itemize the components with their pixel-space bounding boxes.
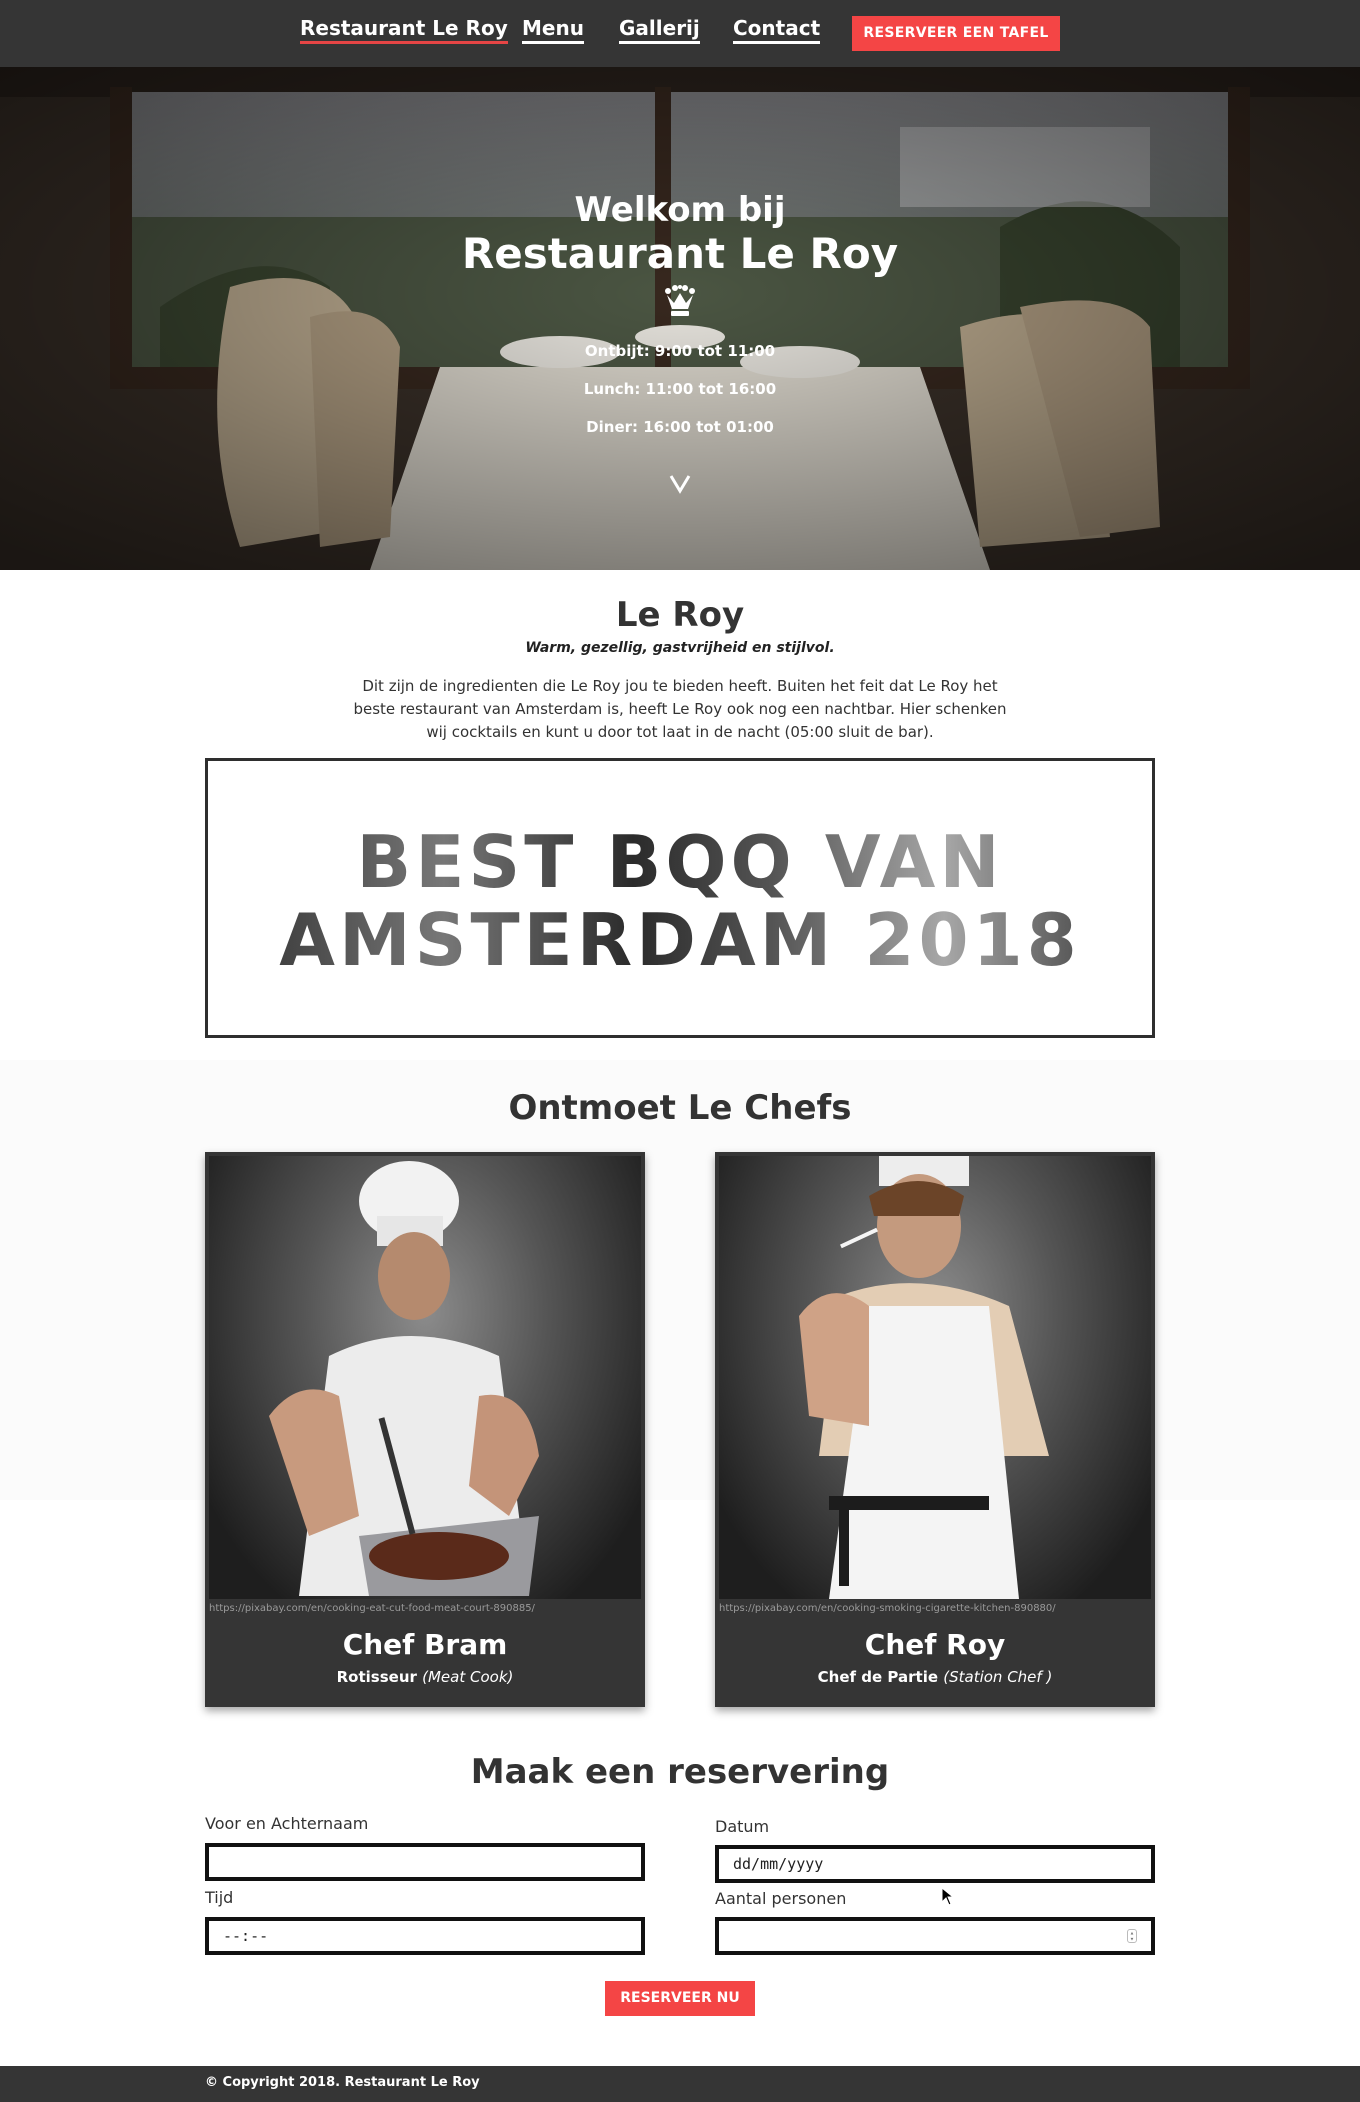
chef-card-roy: https://pixabay.com/en/cooking-smoking-c…: [715, 1152, 1155, 1707]
chef-bram-name: Chef Bram: [342, 1628, 508, 1661]
chef-roy-name: Chef Roy: [864, 1628, 1006, 1661]
name-input[interactable]: [205, 1843, 645, 1881]
persons-input[interactable]: ▴ ▾: [715, 1917, 1155, 1955]
intro-tagline: Warm, gezellig, gastvrijheid en stijlvol…: [525, 640, 835, 656]
hero-title: Restaurant Le Roy: [461, 229, 899, 278]
reservation-title: Maak een reservering: [470, 1752, 890, 1792]
intro-title: Le Roy: [615, 595, 745, 635]
chef-roy-photo-credit[interactable]: https://pixabay.com/en/cooking-smoking-c…: [719, 1603, 1056, 1614]
date-label: Datum: [715, 1817, 770, 1836]
hours-breakfast: Ontbijt: 9:00 tot 11:00: [584, 342, 776, 360]
chef-bram-photo: [209, 1156, 641, 1599]
award-banner-text: BEST BQQ VAN AMSTERDAM 2018: [208, 823, 1152, 979]
reserve-now-button[interactable]: RESERVEER NU: [605, 1981, 755, 2016]
nav-link-menu[interactable]: Menu: [522, 16, 584, 44]
intro-text: Dit zijn de ingredienten die Le Roy jou …: [353, 677, 1007, 741]
award-banner: BEST BQQ VAN AMSTERDAM 2018: [205, 758, 1155, 1038]
chevron-down-icon[interactable]: [666, 472, 694, 496]
time-label: Tijd: [205, 1888, 234, 1907]
footer-copyright: © Copyright 2018. Restaurant Le Roy: [205, 2075, 480, 2090]
hours-lunch: Lunch: 11:00 tot 16:00: [583, 380, 777, 398]
nav-link-contact[interactable]: Contact: [733, 16, 821, 44]
hours-dinner: Diner: 16:00 tot 01:00: [586, 418, 774, 436]
reserve-table-button[interactable]: RESERVEER EEN TAFEL: [852, 16, 1060, 51]
persons-label: Aantal personen: [715, 1889, 847, 1908]
nav-link-gallery[interactable]: Gallerij: [619, 16, 700, 44]
award-line-2: AMSTERDAM 2018: [279, 898, 1081, 982]
chef-bram-photo-credit[interactable]: https://pixabay.com/en/cooking-eat-cut-f…: [209, 1603, 535, 1614]
crown-icon: [665, 285, 695, 316]
date-input[interactable]: dd/mm/yyyy: [715, 1845, 1155, 1883]
award-line-1: BEST BQQ VAN: [356, 820, 1004, 904]
number-spinner-icon[interactable]: ▴ ▾: [1127, 1929, 1137, 1943]
hero-welcome: Welkom bij: [574, 190, 786, 230]
chefs-title: Ontmoet Le Chefs: [508, 1088, 852, 1128]
chef-card-bram: https://pixabay.com/en/cooking-eat-cut-f…: [205, 1152, 645, 1707]
top-navbar: Restaurant Le Roy Menu Gallerij Contact …: [0, 0, 1360, 67]
hero-section: Welkom bij Restaurant Le Roy Ontbijt: 9:…: [0, 67, 1360, 570]
chef-bram-role: Rotisseur (Meat Cook): [336, 1668, 514, 1686]
time-input[interactable]: --:--: [205, 1917, 645, 1955]
chef-roy-photo: [719, 1156, 1151, 1599]
footer: © Copyright 2018. Restaurant Le Roy: [0, 2066, 1360, 2102]
mouse-cursor-icon: [941, 1887, 955, 1906]
name-label: Voor en Achternaam: [205, 1814, 369, 1833]
chef-roy-role: Chef de Partie (Station Chef ): [817, 1668, 1053, 1686]
nav-link-home[interactable]: Restaurant Le Roy: [300, 16, 508, 44]
